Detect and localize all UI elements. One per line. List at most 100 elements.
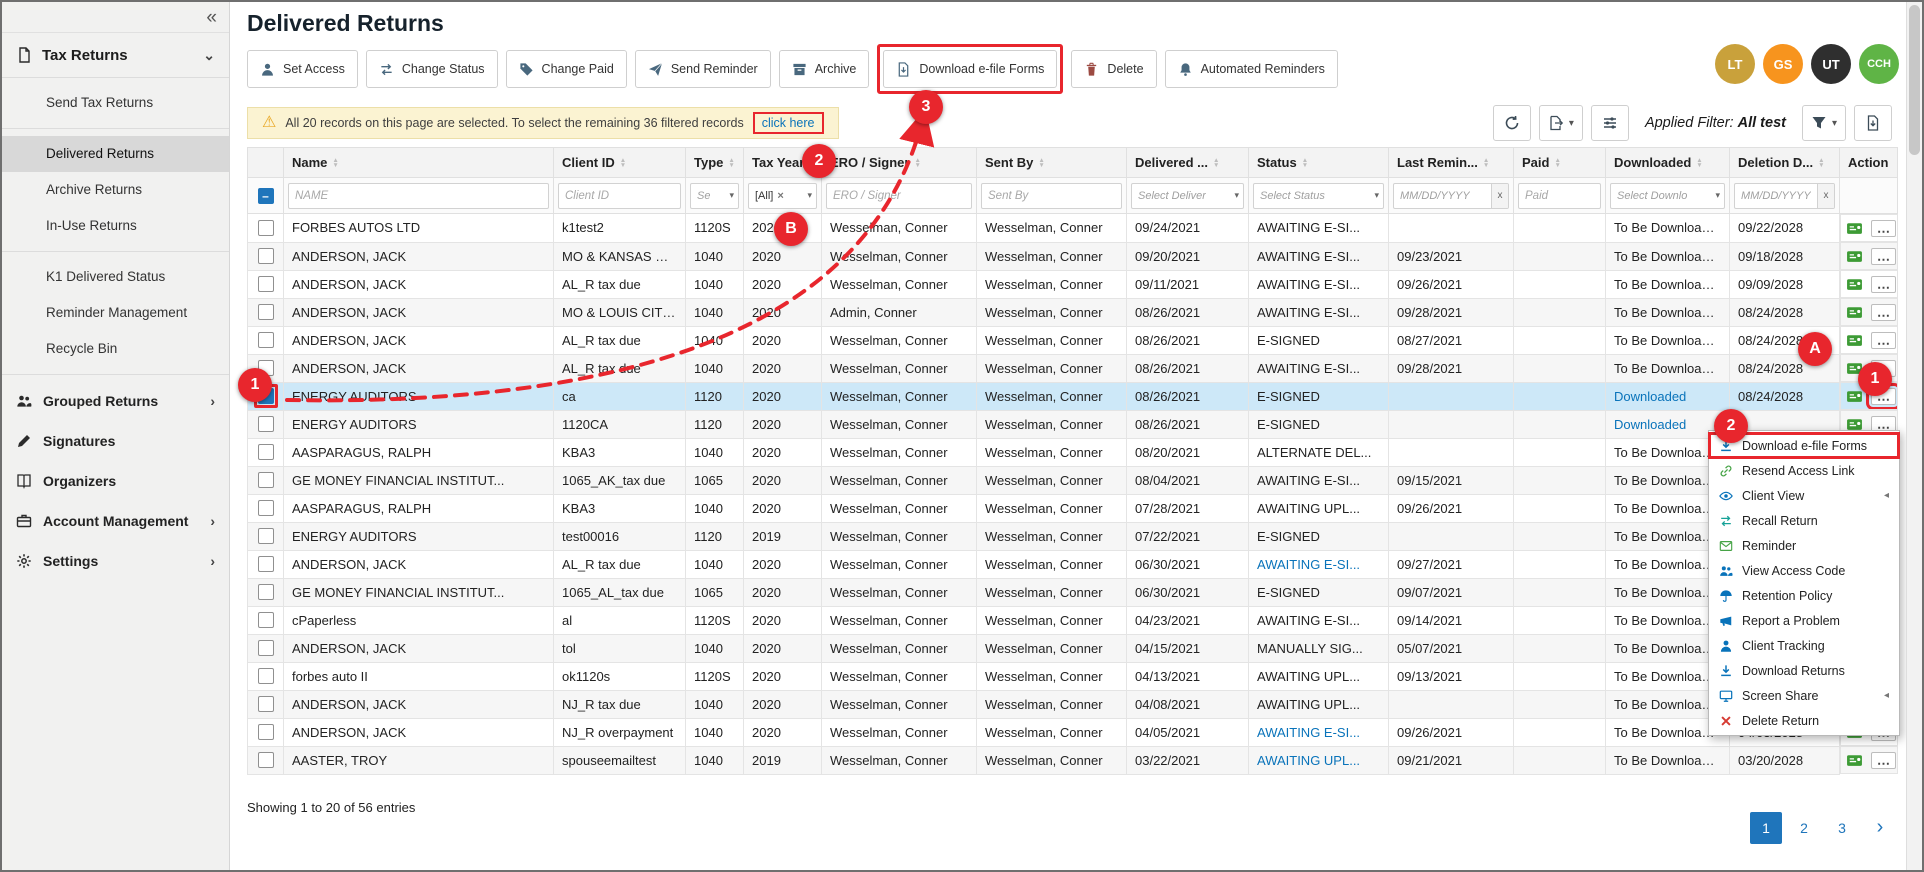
avatar-lt[interactable]: LT: [1715, 44, 1755, 84]
sort-icon[interactable]: ▲▼: [332, 157, 338, 169]
client-access-icon[interactable]: [1845, 220, 1864, 237]
row-checkbox[interactable]: [257, 696, 274, 713]
clear-icon[interactable]: x: [1491, 183, 1508, 208]
menu-item-client-view[interactable]: Client View ◂: [1709, 483, 1899, 508]
row-checkbox[interactable]: [257, 472, 274, 489]
row-checkbox[interactable]: [257, 528, 274, 545]
client-access-icon[interactable]: [1845, 248, 1864, 265]
row-checkbox[interactable]: [257, 248, 274, 265]
filter-delivered-select[interactable]: Select Deliver ▾: [1131, 182, 1244, 209]
sort-icon[interactable]: ▲▼: [1696, 157, 1702, 169]
sort-icon[interactable]: ▲▼: [1302, 157, 1308, 169]
row-checkbox[interactable]: [257, 556, 274, 573]
cell-status[interactable]: AWAITING UPL...: [1248, 745, 1389, 775]
col-type[interactable]: Type ▲ ▼: [685, 147, 744, 178]
sidebar-section-tax-returns[interactable]: Tax Returns ⌄: [2, 32, 229, 78]
menu-item-client-tracking[interactable]: Client Tracking: [1709, 633, 1899, 658]
avatar-ut[interactable]: UT: [1811, 44, 1851, 84]
col-action[interactable]: Action: [1839, 147, 1898, 178]
sidebar-item-send-tax-returns[interactable]: Send Tax Returns: [2, 85, 229, 121]
row-more-button[interactable]: ⋯: [1871, 751, 1896, 770]
archive-button[interactable]: Archive: [778, 50, 870, 88]
select-all-filtered-link[interactable]: click here: [752, 112, 824, 134]
cell-status[interactable]: AWAITING E-SI...: [1248, 549, 1389, 579]
sidebar-item-account-management[interactable]: Account Management ›: [2, 501, 229, 541]
next-page-button[interactable]: ›: [1864, 812, 1896, 844]
col-status[interactable]: Status ▲ ▼: [1248, 147, 1389, 178]
col-sent-by[interactable]: Sent By ▲ ▼: [976, 147, 1127, 178]
menu-item-screen-share[interactable]: Screen Share ◂: [1709, 683, 1899, 708]
sort-icon[interactable]: ▲▼: [1213, 157, 1219, 169]
sidebar-item-grouped-returns[interactable]: Grouped Returns ›: [2, 381, 229, 421]
row-checkbox[interactable]: [257, 668, 274, 685]
row-checkbox[interactable]: [257, 500, 274, 517]
menu-item-view-access-code[interactable]: View Access Code: [1709, 558, 1899, 583]
sort-icon[interactable]: ▲▼: [1483, 157, 1489, 169]
sort-icon[interactable]: ▲▼: [1554, 157, 1560, 169]
sidebar-collapse-button[interactable]: «: [206, 8, 217, 27]
filter-type-select[interactable]: Se ▾: [690, 182, 739, 209]
client-access-icon[interactable]: [1845, 304, 1864, 321]
sidebar-item-reminder-management[interactable]: Reminder Management: [2, 295, 229, 331]
page-1-button[interactable]: 1: [1750, 812, 1782, 844]
avatar-cch[interactable]: CCH: [1859, 44, 1899, 84]
download-e-file-forms-button[interactable]: Download e-file Forms: [883, 50, 1058, 88]
clear-icon[interactable]: ×: [777, 190, 783, 202]
delete-button[interactable]: Delete: [1071, 50, 1157, 88]
col-delivered[interactable]: Delivered ... ▲ ▼: [1126, 147, 1249, 178]
row-checkbox[interactable]: [257, 584, 274, 601]
menu-item-resend-access-link[interactable]: Resend Access Link: [1709, 458, 1899, 483]
sidebar-item-in-use-returns[interactable]: In-Use Returns: [2, 208, 229, 244]
client-access-icon[interactable]: [1845, 332, 1864, 349]
row-more-button[interactable]: ⋯: [1871, 331, 1896, 350]
cell-downloaded[interactable]: Downloaded: [1605, 381, 1730, 411]
filter-ero-input[interactable]: [826, 182, 972, 209]
menu-item-reminder[interactable]: Reminder: [1709, 533, 1899, 558]
filter-tax-year-select[interactable]: [All] × ▾: [748, 182, 817, 209]
automated-reminders-button[interactable]: Automated Reminders: [1164, 50, 1338, 88]
sidebar-item-recycle-bin[interactable]: Recycle Bin: [2, 331, 229, 367]
filter-deletion-date[interactable]: MM/DD/YYYY x: [1734, 182, 1835, 209]
menu-item-retention-policy[interactable]: Retention Policy: [1709, 583, 1899, 608]
row-checkbox[interactable]: [257, 332, 274, 349]
row-checkbox[interactable]: [257, 724, 274, 741]
sidebar-item-settings[interactable]: Settings ›: [2, 541, 229, 581]
filter-last-reminder-date[interactable]: MM/DD/YYYY x: [1393, 182, 1509, 209]
row-checkbox[interactable]: [257, 304, 274, 321]
filter-status-select[interactable]: Select Status ▾: [1253, 182, 1384, 209]
row-checkbox[interactable]: [257, 640, 274, 657]
col-last-remin[interactable]: Last Remin... ▲ ▼: [1388, 147, 1514, 178]
row-checkbox[interactable]: [257, 444, 274, 461]
export-grid-button[interactable]: [1854, 105, 1892, 141]
vertical-scrollbar[interactable]: [1906, 2, 1922, 870]
filter-button[interactable]: ▾: [1801, 105, 1846, 141]
row-checkbox[interactable]: [257, 416, 274, 433]
filter-client-id-input[interactable]: [558, 182, 681, 209]
col-downloaded[interactable]: Downloaded ▲ ▼: [1605, 147, 1730, 178]
page-3-button[interactable]: 3: [1826, 812, 1858, 844]
row-more-button[interactable]: ⋯: [1871, 303, 1896, 322]
col-paid[interactable]: Paid ▲ ▼: [1513, 147, 1606, 178]
row-more-button[interactable]: ⋯: [1871, 247, 1896, 266]
filter-name-input[interactable]: [288, 182, 549, 209]
client-access-icon[interactable]: [1845, 752, 1864, 769]
filter-downloaded-select[interactable]: Select Downlo ▾: [1610, 182, 1725, 209]
sort-icon[interactable]: ▲▼: [620, 157, 626, 169]
row-checkbox[interactable]: [257, 220, 274, 237]
row-more-button[interactable]: ⋯: [1871, 219, 1896, 238]
filter-sent-by-input[interactable]: [981, 182, 1122, 209]
column-options-button[interactable]: [1590, 105, 1629, 141]
sort-icon[interactable]: ▲▼: [914, 157, 920, 169]
scrollbar-thumb[interactable]: [1909, 5, 1920, 155]
sidebar-item-signatures[interactable]: Signatures: [2, 421, 229, 461]
row-checkbox[interactable]: [257, 752, 274, 769]
send-reminder-button[interactable]: Send Reminder: [634, 50, 771, 88]
sidebar-item-archive-returns[interactable]: Archive Returns: [2, 172, 229, 208]
filter-paid-input[interactable]: [1518, 182, 1601, 209]
menu-item-recall-return[interactable]: Recall Return: [1709, 508, 1899, 533]
sidebar-item-k1-delivered-status[interactable]: K1 Delivered Status: [2, 259, 229, 295]
sort-icon[interactable]: ▲▼: [728, 157, 734, 169]
sort-icon[interactable]: ▲▼: [1818, 157, 1824, 169]
refresh-button[interactable]: [1492, 105, 1531, 141]
clear-icon[interactable]: x: [1817, 183, 1834, 208]
